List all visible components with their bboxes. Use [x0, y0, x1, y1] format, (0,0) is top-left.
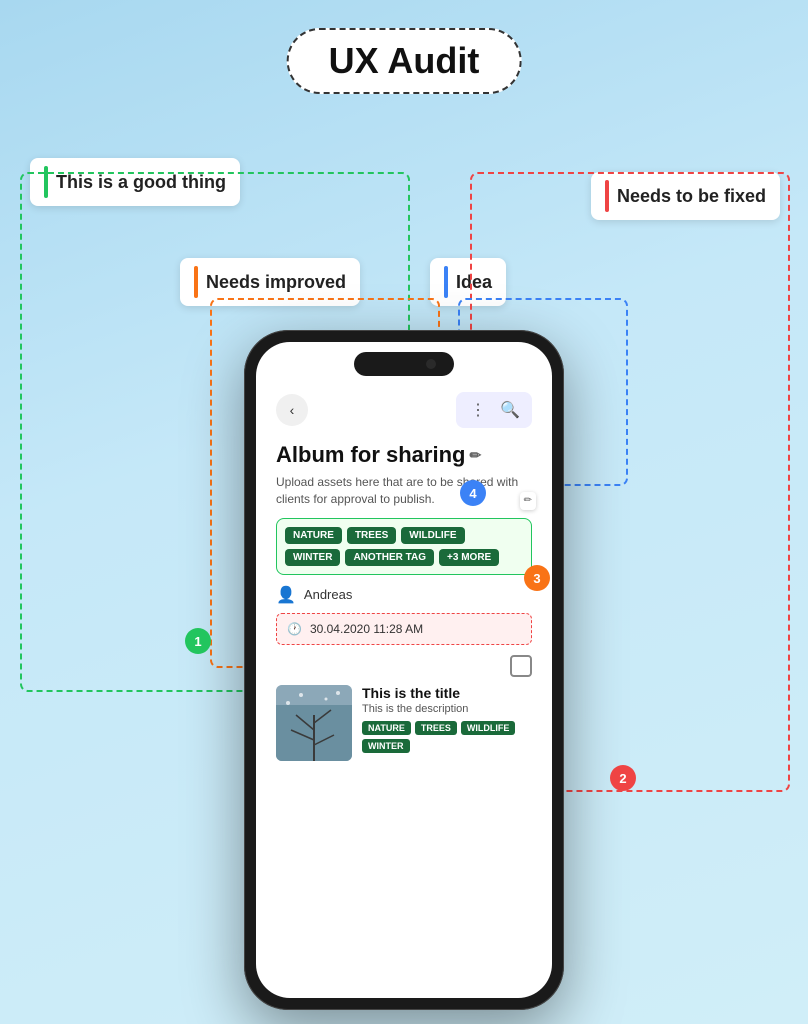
select-checkbox[interactable] [510, 655, 532, 677]
badge-2: 2 [610, 765, 636, 791]
tag-winter[interactable]: WINTER [285, 549, 340, 566]
media-title: This is the title [362, 685, 532, 701]
good-color-bar [44, 166, 48, 198]
media-thumbnail [276, 685, 352, 761]
page-title: UX Audit [329, 40, 480, 81]
checkbox-area [276, 655, 532, 677]
badge-3: 3 [524, 565, 550, 591]
author-icon: 👤 [276, 585, 296, 605]
fix-color-bar [605, 180, 609, 212]
tag-wildlife[interactable]: WILDLIFE [401, 527, 464, 544]
desc-edit-icon[interactable]: ✏ [520, 492, 536, 510]
label-improve-text: Needs improved [206, 272, 346, 293]
header-icon-group: ⋮ 🔍 [456, 392, 532, 428]
media-desc: This is the description [362, 703, 532, 715]
date-row: 🕐 30.04.2020 11:28 AM [276, 613, 532, 645]
label-idea-text: Idea [456, 272, 492, 293]
author-row: 👤 Andreas [276, 585, 532, 605]
idea-color-bar [444, 266, 448, 298]
improve-color-bar [194, 266, 198, 298]
tags-area: NATURE TREES WILDLIFE WINTER ANOTHER TAG… [276, 518, 532, 575]
date-value: 30.04.2020 11:28 AM [310, 622, 423, 636]
phone-mockup: ‹ ⋮ 🔍 Album for sharing ✏ [244, 330, 564, 1010]
album-description: Upload assets here that are to be shared… [276, 474, 532, 508]
label-improve: Needs improved [180, 258, 360, 306]
screen-header: ‹ ⋮ 🔍 [276, 392, 532, 428]
label-fix: Needs to be fixed [591, 172, 780, 220]
tag-another[interactable]: ANOTHER TAG [345, 549, 434, 566]
label-good: This is a good thing [30, 158, 240, 206]
label-idea: Idea [430, 258, 506, 306]
label-good-text: This is a good thing [56, 172, 226, 193]
back-button[interactable]: ‹ [276, 394, 308, 426]
badge-4: 4 [460, 480, 486, 506]
author-name: Andreas [304, 587, 352, 602]
tag-nature[interactable]: NATURE [285, 527, 342, 544]
media-tags: NATURE TREES WILDLIFE WINTER [362, 721, 532, 753]
back-icon: ‹ [290, 402, 295, 418]
media-tag-trees[interactable]: TREES [415, 721, 457, 735]
page-title-container: UX Audit [287, 28, 522, 94]
album-edit-icon[interactable]: ✏ [469, 447, 481, 464]
menu-icon: ⋮ [470, 400, 486, 420]
label-fix-text: Needs to be fixed [617, 186, 766, 207]
clock-icon: 🕐 [287, 622, 302, 636]
media-info: This is the title This is the descriptio… [362, 685, 532, 753]
phone-outer: ‹ ⋮ 🔍 Album for sharing ✏ [244, 330, 564, 1010]
phone-screen: ‹ ⋮ 🔍 Album for sharing ✏ [256, 342, 552, 998]
phone-notch [354, 352, 454, 376]
tag-trees[interactable]: TREES [347, 527, 396, 544]
menu-button[interactable]: ⋮ [466, 398, 490, 422]
album-title: Album for sharing ✏ [276, 442, 532, 468]
search-icon: 🔍 [500, 400, 520, 420]
media-tag-nature[interactable]: NATURE [362, 721, 411, 735]
media-tag-wildlife[interactable]: WILDLIFE [461, 721, 516, 735]
search-button[interactable]: 🔍 [498, 398, 522, 422]
badge-1: 1 [185, 628, 211, 654]
tag-more[interactable]: +3 MORE [439, 549, 499, 566]
media-item: This is the title This is the descriptio… [276, 685, 532, 761]
media-tag-winter[interactable]: WINTER [362, 739, 410, 753]
screen-content: ‹ ⋮ 🔍 Album for sharing ✏ [256, 342, 552, 998]
